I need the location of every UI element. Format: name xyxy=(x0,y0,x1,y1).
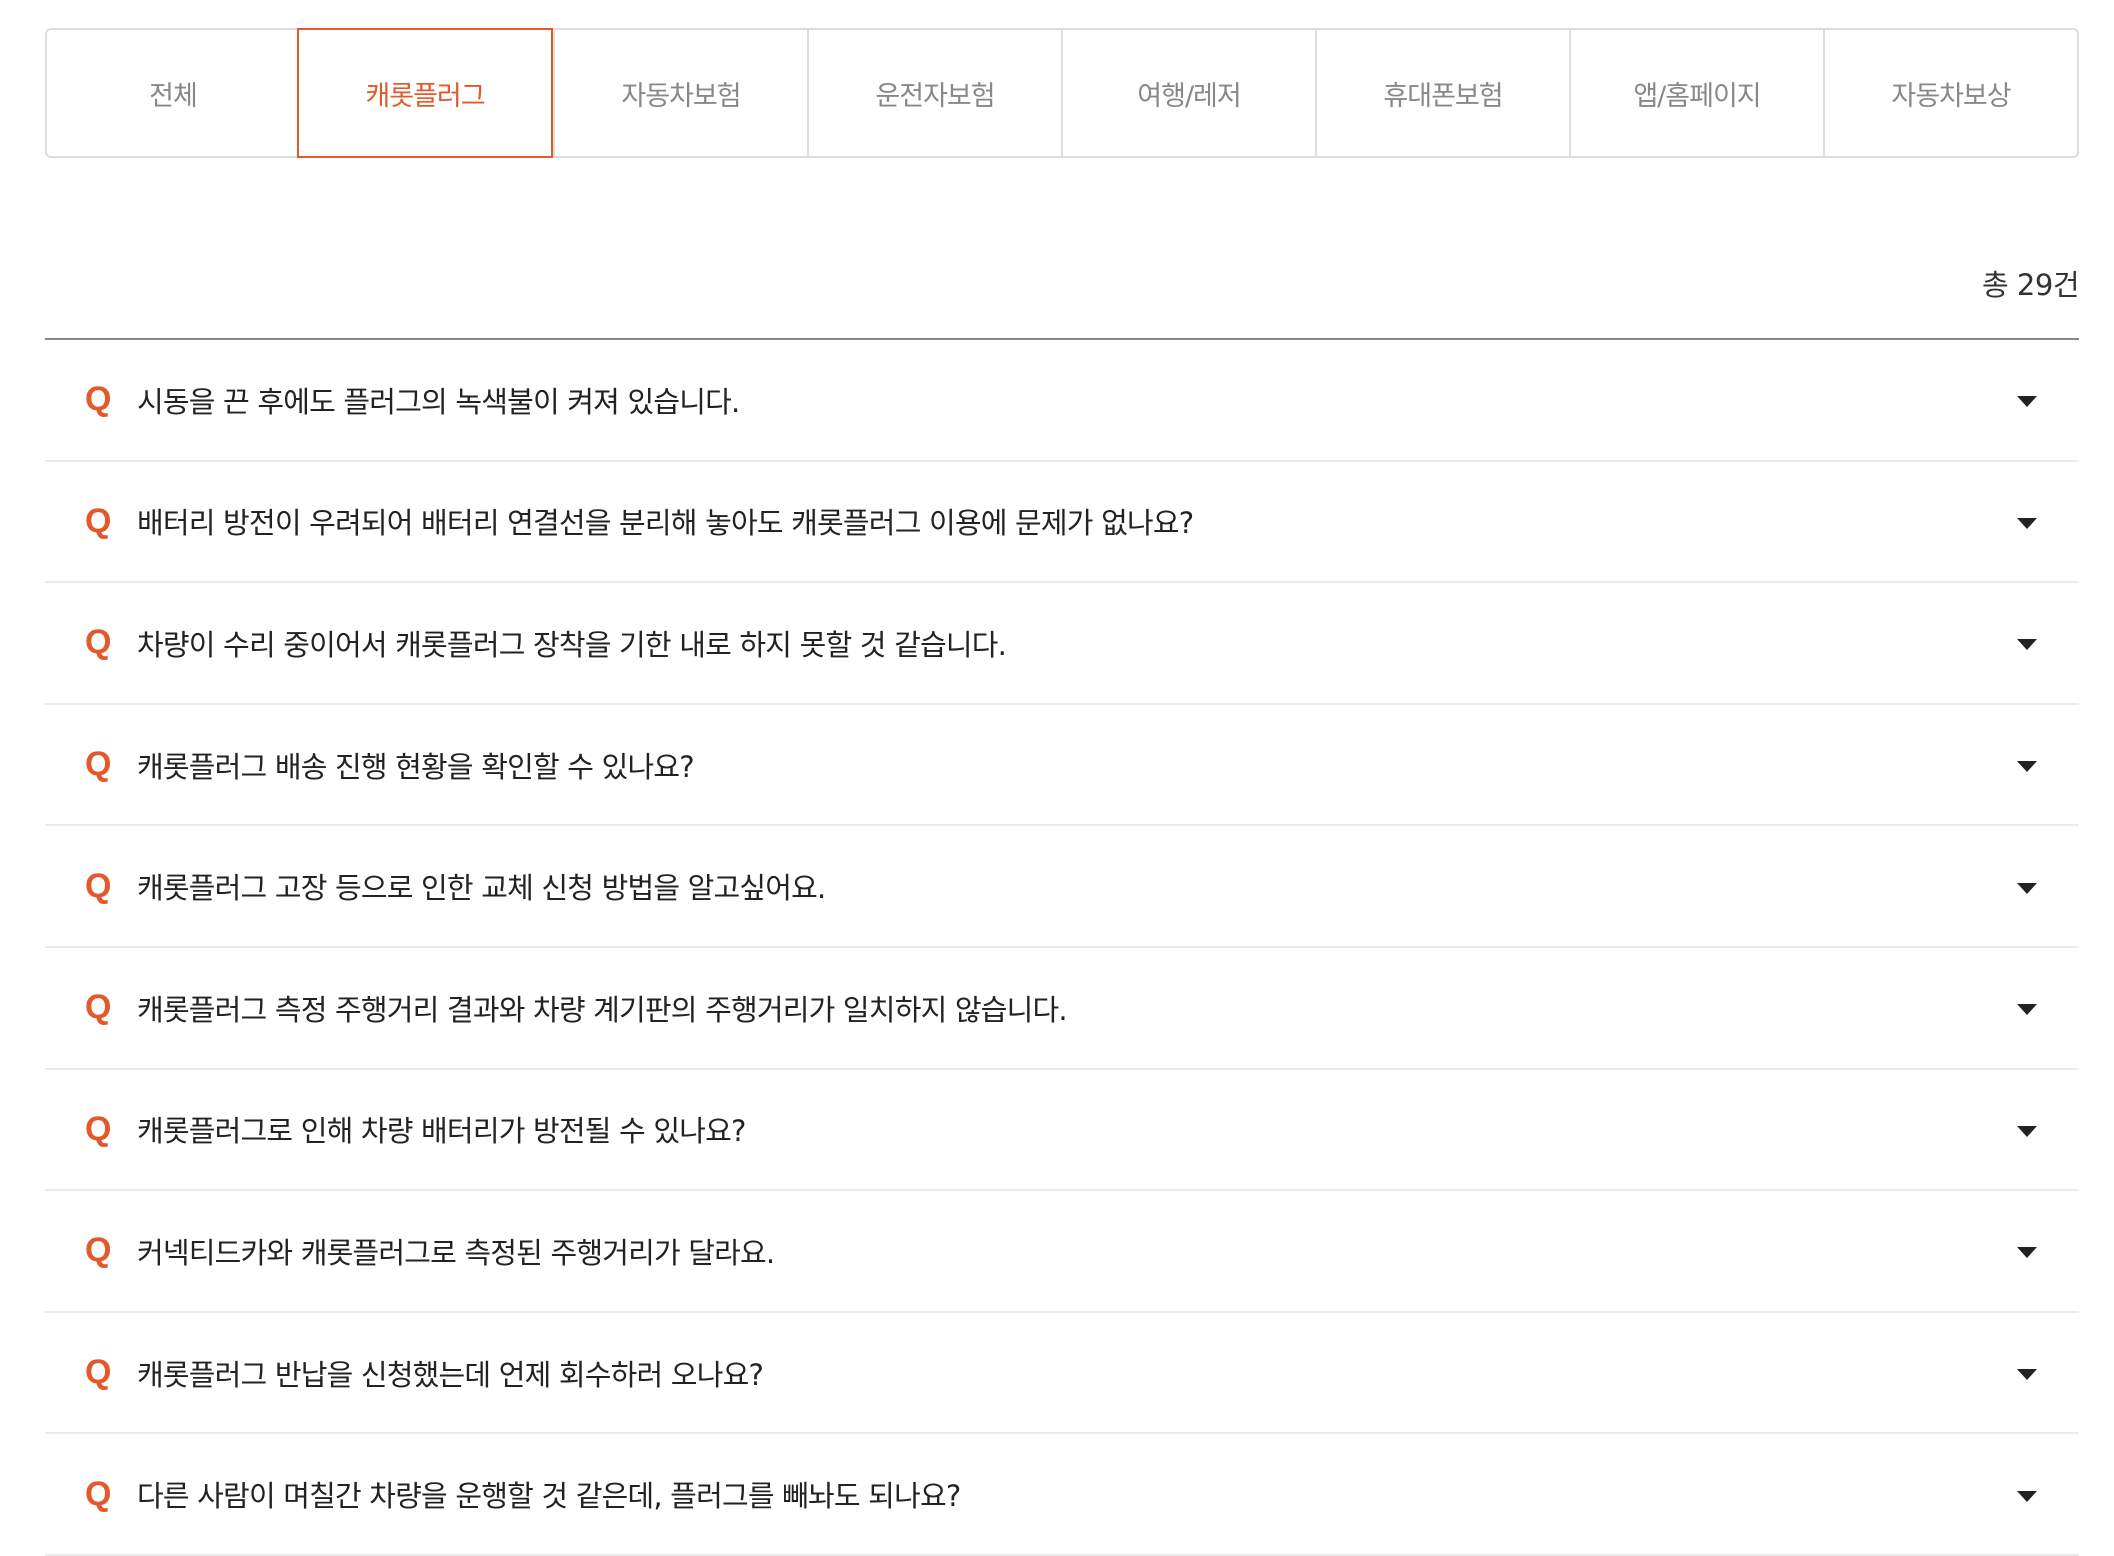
chevron-down-icon[interactable] xyxy=(2017,1004,2037,1016)
faq-item[interactable]: Q 차량이 수리 중이어서 캐롯플러그 장착을 기한 내로 하지 못할 것 같습… xyxy=(45,583,2079,705)
chevron-down-icon[interactable] xyxy=(2017,1369,2037,1381)
tab-all[interactable]: 전체 xyxy=(47,30,299,156)
chevron-down-icon[interactable] xyxy=(2017,1247,2037,1259)
faq-question: 캐롯플러그 반납을 신청했는데 언제 회수하러 오나요? xyxy=(137,1357,764,1392)
faq-question: 캐롯플러그 측정 주행거리 결과와 차량 계기판의 주행거리가 일치하지 않습니… xyxy=(137,992,1068,1027)
faq-item[interactable]: Q 다른 사람이 며칠간 차량을 운행할 것 같은데, 플러그를 빼놔도 되나요… xyxy=(45,1434,2079,1556)
tab-carrot-plug[interactable]: 캐롯플러그 xyxy=(297,28,553,158)
chevron-down-icon[interactable] xyxy=(2017,761,2037,773)
faq-item[interactable]: Q 캐롯플러그 측정 주행거리 결과와 차량 계기판의 주행거리가 일치하지 않… xyxy=(45,948,2079,1070)
faq-question: 커넥티드카와 캐롯플러그로 측정된 주행거리가 달라요. xyxy=(137,1235,775,1270)
faq-item[interactable]: Q 캐롯플러그 배송 진행 현황을 확인할 수 있나요? xyxy=(45,705,2079,827)
tab-car-insurance[interactable]: 자동차보험 xyxy=(553,30,807,156)
q-mark: Q xyxy=(85,988,112,1027)
result-count: 총 29건 xyxy=(1982,268,2079,302)
tab-driver-insurance[interactable]: 운전자보험 xyxy=(807,30,1061,156)
faq-item[interactable]: Q 커넥티드카와 캐롯플러그로 측정된 주행거리가 달라요. xyxy=(45,1191,2079,1313)
faq-item[interactable]: Q 시동을 끈 후에도 플러그의 녹색불이 켜져 있습니다. xyxy=(45,340,2079,462)
faq-question: 캐롯플러그 배송 진행 현황을 확인할 수 있나요? xyxy=(137,749,695,784)
chevron-down-icon[interactable] xyxy=(2017,1125,2037,1137)
faq-question: 배터리 방전이 우려되어 배터리 연결선을 분리해 놓아도 캐롯플러그 이용에 … xyxy=(137,506,1194,541)
q-mark: Q xyxy=(85,1353,112,1392)
category-tabs: 전체 캐롯플러그 자동차보험 운전자보험 여행/레저 휴대폰보험 앱/홈페이지 … xyxy=(45,28,2079,158)
q-mark: Q xyxy=(85,866,112,905)
faq-page: 전체 캐롯플러그 자동차보험 운전자보험 여행/레저 휴대폰보험 앱/홈페이지 … xyxy=(45,28,2079,1556)
faq-item[interactable]: Q 캐롯플러그 고장 등으로 인한 교체 신청 방법을 알고싶어요. xyxy=(45,826,2079,948)
chevron-down-icon[interactable] xyxy=(2017,517,2037,529)
faq-question: 차량이 수리 중이어서 캐롯플러그 장착을 기한 내로 하지 못할 것 같습니다… xyxy=(137,627,1007,662)
q-mark: Q xyxy=(85,623,112,662)
q-mark: Q xyxy=(85,1474,112,1513)
q-mark: Q xyxy=(85,745,112,784)
faq-list: Q 시동을 끈 후에도 플러그의 녹색불이 켜져 있습니다. Q 배터리 방전이… xyxy=(45,340,2079,1556)
chevron-down-icon[interactable] xyxy=(2017,1490,2037,1502)
tab-car-compensation[interactable]: 자동차보상 xyxy=(1823,30,2077,156)
tab-app-homepage[interactable]: 앱/홈페이지 xyxy=(1569,30,1823,156)
q-mark: Q xyxy=(85,501,112,540)
q-mark: Q xyxy=(85,1109,112,1148)
faq-item[interactable]: Q 캐롯플러그 반납을 신청했는데 언제 회수하러 오나요? xyxy=(45,1313,2079,1435)
chevron-down-icon[interactable] xyxy=(2017,639,2037,651)
chevron-down-icon[interactable] xyxy=(2017,882,2037,894)
faq-question: 캐롯플러그 고장 등으로 인한 교체 신청 방법을 알고싶어요. xyxy=(137,871,826,906)
tab-travel-leisure[interactable]: 여행/레저 xyxy=(1061,30,1315,156)
result-count-row: 총 29건 xyxy=(45,158,2079,338)
tab-phone-insurance[interactable]: 휴대폰보험 xyxy=(1315,30,1569,156)
faq-item[interactable]: Q 배터리 방전이 우려되어 배터리 연결선을 분리해 놓아도 캐롯플러그 이용… xyxy=(45,462,2079,584)
faq-item[interactable]: Q 캐롯플러그로 인해 차량 배터리가 방전될 수 있나요? xyxy=(45,1070,2079,1192)
faq-question: 다른 사람이 며칠간 차량을 운행할 것 같은데, 플러그를 빼놔도 되나요? xyxy=(137,1479,961,1514)
faq-question: 시동을 끈 후에도 플러그의 녹색불이 켜져 있습니다. xyxy=(137,384,740,419)
q-mark: Q xyxy=(85,1231,112,1270)
q-mark: Q xyxy=(85,380,112,419)
chevron-down-icon[interactable] xyxy=(2017,396,2037,408)
faq-question: 캐롯플러그로 인해 차량 배터리가 방전될 수 있나요? xyxy=(137,1114,746,1149)
